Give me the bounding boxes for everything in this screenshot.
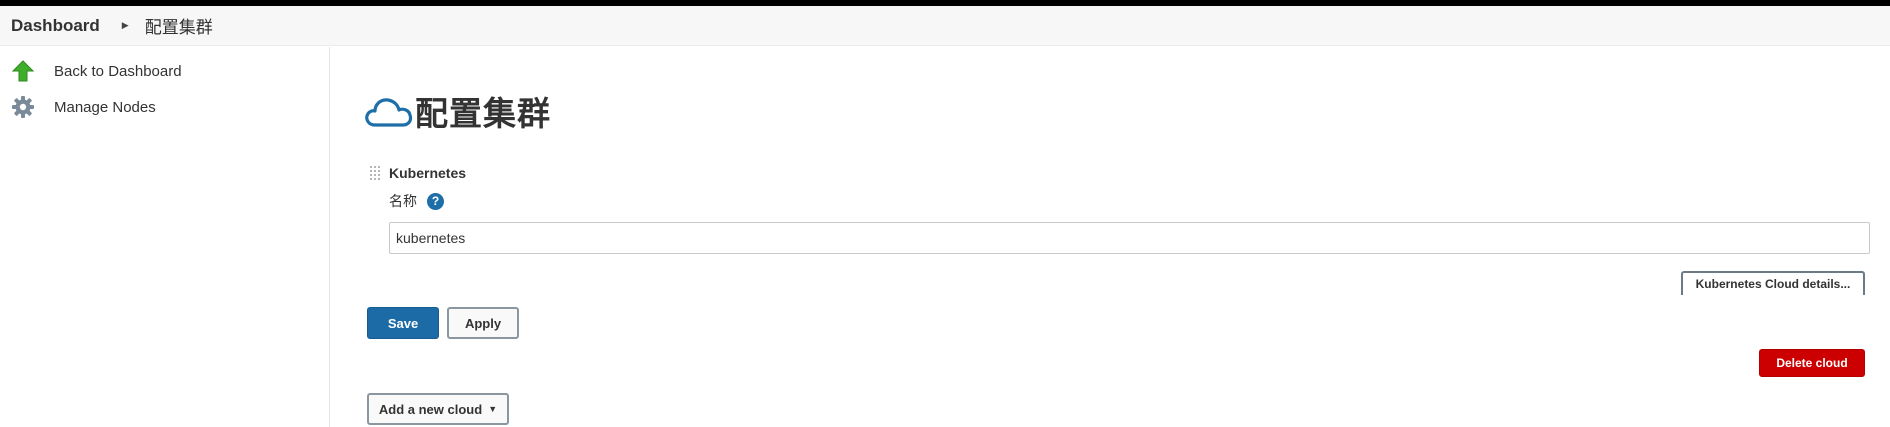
add-new-cloud-label: Add a new cloud: [378, 401, 483, 417]
cloud-icon: [363, 91, 415, 131]
save-button[interactable]: Save: [367, 307, 439, 339]
sidebar-item-manage-nodes[interactable]: Manage Nodes: [11, 95, 156, 119]
gear-icon: [11, 95, 35, 119]
name-field-label: 名称: [389, 193, 417, 209]
caret-down-icon: ▼: [488, 404, 498, 414]
help-icon[interactable]: ?: [427, 192, 444, 210]
sidebar: Back to Dashboard Manage Nodes: [0, 47, 330, 427]
apply-button[interactable]: Apply: [447, 307, 519, 339]
up-arrow-icon: [11, 59, 35, 83]
delete-cloud-button[interactable]: Delete cloud: [1759, 349, 1865, 377]
name-input[interactable]: [389, 222, 1870, 254]
kubernetes-cloud-details-button[interactable]: Kubernetes Cloud details...: [1681, 271, 1865, 295]
breadcrumb-dashboard-link[interactable]: Dashboard: [11, 16, 100, 36]
page-title-text: 配置集群: [415, 95, 551, 132]
drag-handle-icon[interactable]: [369, 165, 381, 183]
sidebar-item-back-to-dashboard[interactable]: Back to Dashboard: [11, 59, 182, 83]
add-new-cloud-button[interactable]: Add a new cloud ▼: [367, 393, 509, 425]
page-title: 配置集群: [363, 87, 551, 135]
breadcrumb: Dashboard ▶ 配置集群: [0, 6, 1890, 46]
name-field-label-row: 名称 ?: [389, 191, 444, 211]
section-header-kubernetes: Kubernetes: [389, 165, 467, 181]
sidebar-item-label: Manage Nodes: [54, 98, 156, 116]
triangle-right-icon[interactable]: ▶: [122, 20, 129, 31]
main-content: 配置集群 Kubernetes 名称 ? Kubernetes Cloud de…: [331, 47, 1890, 427]
sidebar-item-label: Back to Dashboard: [54, 62, 182, 80]
breadcrumb-current[interactable]: 配置集群: [145, 13, 213, 38]
